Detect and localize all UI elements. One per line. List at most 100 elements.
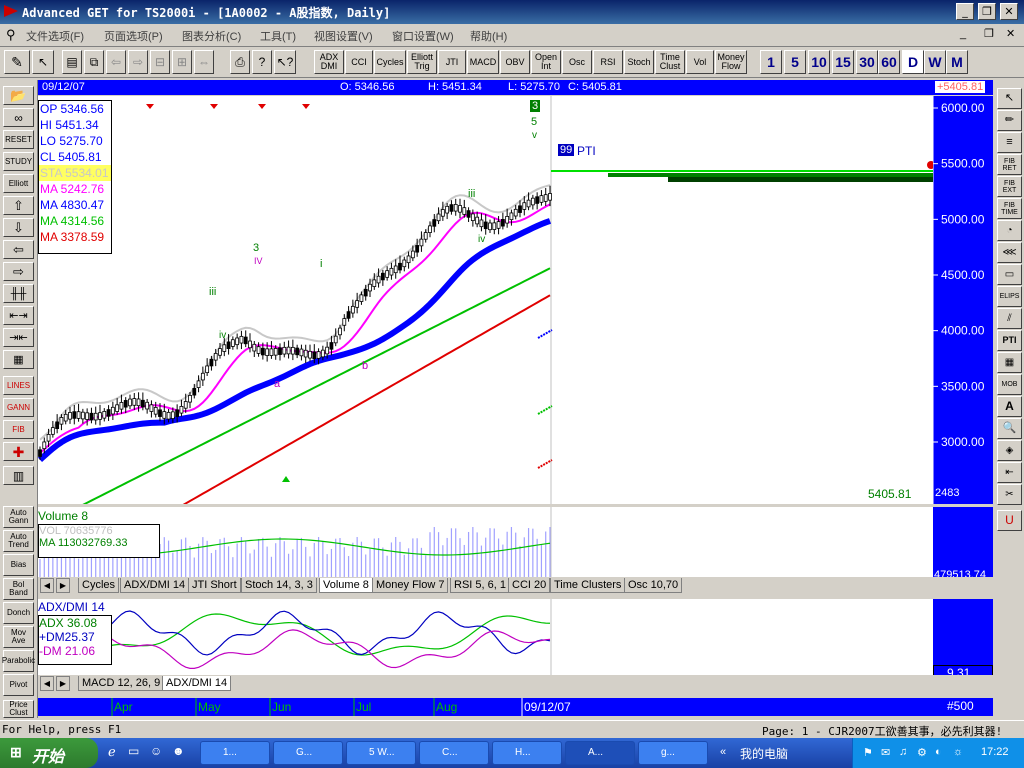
menu-tools[interactable]: 工具(T) xyxy=(260,28,296,44)
tab-volume[interactable]: Volume 8 xyxy=(319,578,373,593)
minimize-button[interactable]: _ xyxy=(956,3,974,20)
tray-icon-2[interactable]: ✉ xyxy=(881,746,890,759)
tab-cci[interactable]: CCI 20 xyxy=(508,578,551,593)
auto-gann-button[interactable]: Auto Gann xyxy=(3,506,34,528)
period-daily[interactable]: D xyxy=(902,50,924,74)
menu-file[interactable]: 文件选项(F) xyxy=(26,28,84,44)
menu-view[interactable]: 视图设置(V) xyxy=(314,28,373,44)
tab-jti-short[interactable]: JTI Short xyxy=(188,578,241,593)
tb-jti[interactable]: JTI xyxy=(438,50,466,74)
task-7[interactable]: g... xyxy=(638,741,708,765)
tray-chevron-icon[interactable]: « xyxy=(720,746,726,758)
start-button[interactable]: ⊞ 开始 xyxy=(0,738,98,768)
period-5[interactable]: 5 xyxy=(784,50,806,74)
tab-cycles[interactable]: Cycles xyxy=(78,578,120,593)
binoculars-icon[interactable]: ∞ xyxy=(3,108,34,127)
arrow-up-icon[interactable]: ⇧ xyxy=(3,196,34,215)
reset-button[interactable]: RESET xyxy=(3,130,34,149)
mdi-minimize-icon[interactable]: _ xyxy=(960,28,966,40)
task-4[interactable]: C... xyxy=(419,741,489,765)
compress-icon[interactable]: ⇤⇥ xyxy=(3,306,34,325)
tab-adx-dmi-2[interactable]: ADX/DMI 14 xyxy=(162,676,232,691)
task-2[interactable]: G... xyxy=(273,741,343,765)
tb-rsi[interactable]: RSI xyxy=(593,50,623,74)
arrow-tool-icon[interactable]: ⇤ xyxy=(997,462,1022,483)
tb-elliott-trig[interactable]: Elliott Trig xyxy=(407,50,437,74)
table-icon[interactable]: ▦ xyxy=(997,352,1022,373)
elliott-button[interactable]: Elliott xyxy=(3,174,34,193)
tray-icon-3[interactable]: ♫ xyxy=(899,746,907,758)
tab-time-clusters[interactable]: Time Clusters xyxy=(550,578,626,593)
menu-page[interactable]: 页面选项(P) xyxy=(104,28,163,44)
menu-help[interactable]: 帮助(H) xyxy=(470,28,507,44)
tab-adx-dmi[interactable]: ADX/DMI 14 xyxy=(120,578,190,593)
parabolic-button[interactable]: Parabolic xyxy=(2,650,35,672)
lines-button[interactable]: LINES xyxy=(3,376,34,395)
quicklaunch-icon-2[interactable]: ☻ xyxy=(172,744,185,758)
elips-button[interactable]: ELIPS xyxy=(997,286,1022,307)
menu-chart-analysis[interactable]: 图表分析(C) xyxy=(182,28,241,44)
tb-open-int[interactable]: Open Int xyxy=(531,50,561,74)
price-chart[interactable]: OP 5346.56 HI 5451.34 LO 5275.70 CL 5405.81… xyxy=(38,96,933,504)
tb-cycles[interactable]: Cycles xyxy=(374,50,406,74)
text-tool-button[interactable]: A xyxy=(997,396,1022,417)
trend-icon[interactable]: ⫽ xyxy=(997,308,1022,329)
tab-money-flow[interactable]: Money Flow 7 xyxy=(372,578,449,593)
mdi-restore-icon[interactable]: ❐ xyxy=(984,27,994,40)
cursor-icon[interactable]: ↖ xyxy=(32,50,54,74)
auto-trend-button[interactable]: Auto Trend xyxy=(3,530,34,552)
tab-osc[interactable]: Osc 10,70 xyxy=(624,578,683,593)
tab-stoch[interactable]: Stoch 14, 3, 3 xyxy=(241,578,317,593)
period-1[interactable]: 1 xyxy=(760,50,782,74)
period-10[interactable]: 10 xyxy=(808,50,830,74)
mob-button[interactable]: MOB xyxy=(997,374,1022,395)
period-monthly[interactable]: M xyxy=(946,50,968,74)
period-30[interactable]: 30 xyxy=(856,50,878,74)
channel-icon[interactable]: ▭ xyxy=(997,264,1022,285)
open-folder-icon[interactable]: 📂 xyxy=(3,86,34,105)
scissors-icon[interactable]: ✂ xyxy=(997,484,1022,505)
quicklaunch-icon-1[interactable]: ☺ xyxy=(150,744,162,758)
pointer-icon[interactable]: ✎ xyxy=(4,50,30,74)
tb-time-clust[interactable]: Time Clust xyxy=(655,50,685,74)
tb-adx-dmi[interactable]: ADX DMI xyxy=(314,50,344,74)
print-icon[interactable]: ⎙ xyxy=(230,50,250,74)
eraser-icon[interactable]: ◈ xyxy=(997,440,1022,461)
study-button[interactable]: STUDY xyxy=(3,152,34,171)
my-computer-label[interactable]: 我的电脑 xyxy=(740,745,788,762)
magnet-icon[interactable]: U xyxy=(997,510,1022,531)
arrow-right-icon[interactable]: ⇨ xyxy=(3,262,34,281)
fib-time-button[interactable]: FIB TIME xyxy=(997,198,1022,219)
zoom-out-icon[interactable]: ⊟ xyxy=(150,50,170,74)
fib-fan-icon[interactable]: ◔ xyxy=(997,220,1022,241)
mov-ave-button[interactable]: Mov Ave xyxy=(3,626,34,648)
forward-icon[interactable]: ⇨ xyxy=(128,50,148,74)
tb-obv[interactable]: OBV xyxy=(500,50,530,74)
desktop-icon[interactable]: ▭ xyxy=(128,744,139,758)
fib-ext-button[interactable]: FIB EXT xyxy=(997,176,1022,197)
price-clust-button[interactable]: Price Clust xyxy=(3,700,34,718)
bias-button[interactable]: Bias xyxy=(3,554,34,576)
mdi-close-icon[interactable]: ✕ xyxy=(1006,27,1015,40)
tb-osc[interactable]: Osc xyxy=(562,50,592,74)
scroll-icon[interactable]: ⇔ xyxy=(194,50,214,74)
crosshair-icon[interactable]: ✚ xyxy=(3,442,34,461)
tb-money-flow[interactable]: Money Flow xyxy=(715,50,747,74)
context-help-icon[interactable]: ↖? xyxy=(274,50,296,74)
tab-scroll-right[interactable]: ▶ xyxy=(56,578,70,593)
fib-button[interactable]: FIB xyxy=(3,420,34,439)
pencil-icon[interactable]: ✏ xyxy=(997,110,1022,131)
task-1[interactable]: 1... xyxy=(200,741,270,765)
back-icon[interactable]: ⇦ xyxy=(106,50,126,74)
tray-icon-1[interactable]: ⚑ xyxy=(863,746,873,759)
task-5[interactable]: H... xyxy=(492,741,562,765)
tab-rsi[interactable]: RSI 5, 6, 1 xyxy=(450,578,510,593)
tray-icon-6[interactable]: ☼ xyxy=(953,746,963,758)
arrow-left-icon[interactable]: ⇦ xyxy=(3,240,34,259)
expand-icon[interactable]: ⇥⇤ xyxy=(3,328,34,347)
chart-icon[interactable]: ▥ xyxy=(3,466,34,485)
pti-button[interactable]: PTI xyxy=(997,330,1022,351)
restore-button[interactable]: ❐ xyxy=(978,3,996,20)
tb-vol[interactable]: Vol xyxy=(686,50,714,74)
copy-icon[interactable]: ⧉ xyxy=(84,50,104,74)
